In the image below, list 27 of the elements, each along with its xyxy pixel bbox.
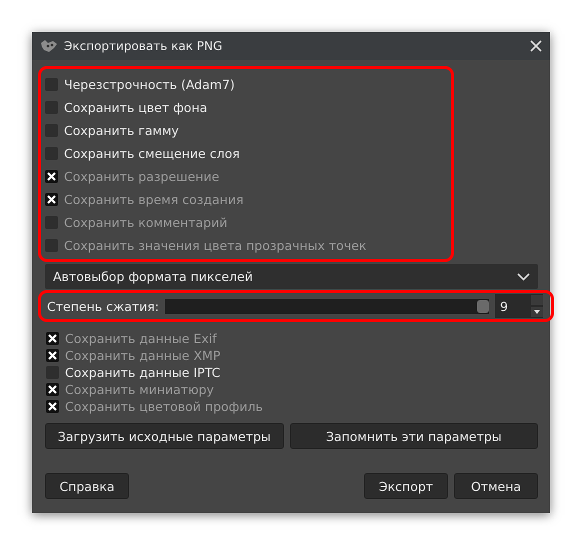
load-defaults-button[interactable]: Загрузить исходные параметры (45, 423, 284, 449)
checkbox-label: Черезстрочность (Adam7) (64, 77, 235, 92)
checkbox-label: Сохранить цветовой профиль (65, 399, 263, 414)
checkbox-label: Сохранить время создания (64, 192, 244, 207)
checkbox-label: Сохранить данные IPTC (65, 365, 220, 380)
checkbox-label: Сохранить смещение слоя (64, 146, 240, 161)
help-button[interactable]: Справка (45, 473, 129, 499)
checkbox-label: Сохранить миниатюру (65, 382, 214, 397)
compression-spinbox[interactable]: 9 (495, 294, 543, 318)
checkbox-label: Сохранить цвет фона (64, 100, 208, 115)
checkbox-label: Сохранить гамму (64, 123, 179, 138)
slider-thumb[interactable] (477, 300, 489, 312)
export-button[interactable]: Экспорт (364, 473, 448, 499)
checkbox-label: Сохранить комментарий (64, 215, 228, 230)
checkbox-label: Сохранить разрешение (64, 169, 220, 184)
cancel-button[interactable]: Отмена (454, 473, 538, 499)
compression-slider[interactable] (165, 298, 489, 314)
window-title: Экспортировать как PNG (64, 39, 224, 53)
save-settings-button[interactable]: Запомнить эти параметры (290, 423, 538, 449)
pixel-format-dropdown[interactable]: Автовыбор формата пикселей (45, 264, 538, 289)
checkbox-label: Сохранить данные Exif (65, 331, 217, 346)
checkbox-label: Сохранить данные XMP (65, 348, 220, 363)
spin-arrows-icon[interactable] (531, 295, 543, 317)
chevron-down-icon (517, 272, 530, 280)
checkbox-label: Сохранить значения цвета прозрачных точек (64, 238, 366, 253)
compression-label: Степень сжатия: (47, 298, 160, 314)
close-icon[interactable] (530, 40, 542, 52)
